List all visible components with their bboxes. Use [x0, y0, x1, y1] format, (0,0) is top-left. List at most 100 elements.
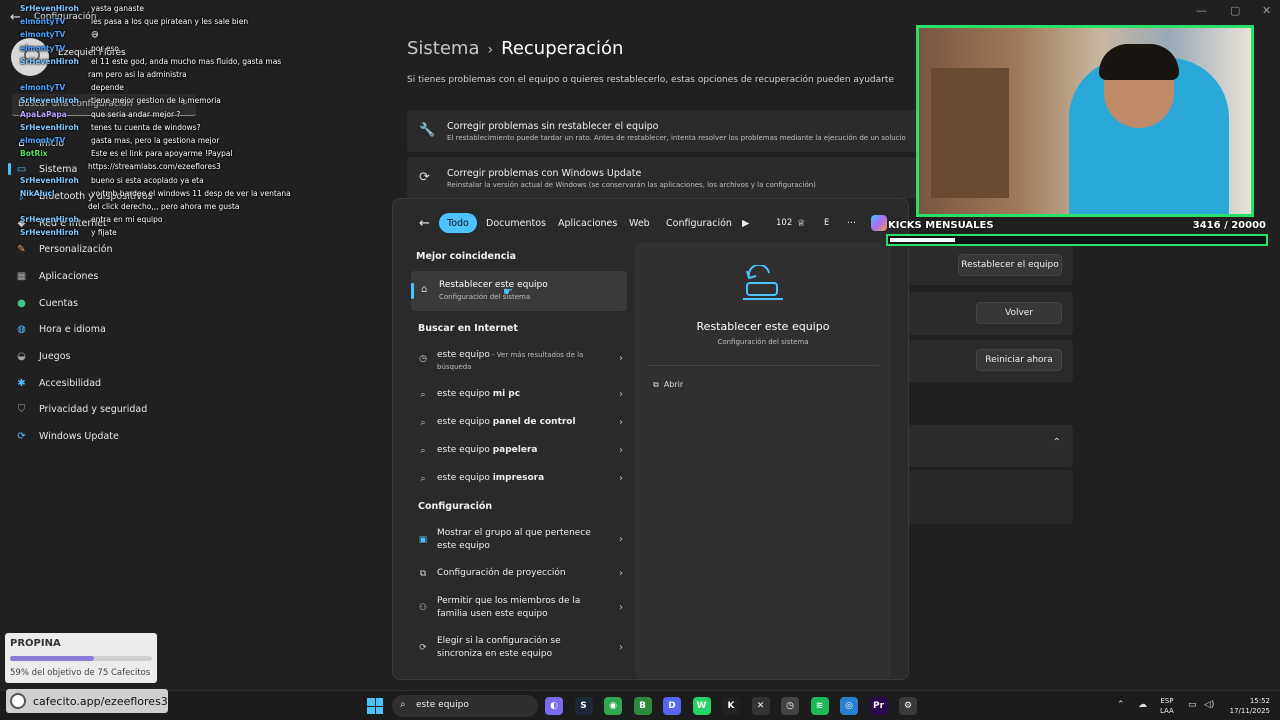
chat-username[interactable]: SrHevenHiroh: [20, 96, 88, 105]
chat-username[interactable]: SrHevenHiroh: [20, 215, 88, 224]
internet-heading: Buscar en Internet: [418, 323, 518, 334]
kick-app-icon[interactable]: K: [722, 697, 740, 715]
sync-icon: ⟳: [419, 643, 427, 653]
chat-username[interactable]: SrHevenHiroh: [20, 57, 88, 66]
chat-username[interactable]: elmontyTV: [20, 136, 88, 145]
premiere-app-icon[interactable]: Pr: [869, 697, 888, 715]
filter-documentos[interactable]: Documentos: [486, 213, 546, 233]
config-result-row[interactable]: ⚇ Permitir que los miembros de la famili…: [417, 593, 627, 623]
chat-message: elmontyTV gasta mas, pero la gestiona mej…: [20, 136, 219, 145]
chevron-up-icon[interactable]: ⌃: [1117, 700, 1125, 710]
chat-username[interactable]: SrHevenHiroh: [20, 176, 88, 185]
config-result-row[interactable]: ⧉ Configuración de proyección ›: [417, 562, 627, 586]
account-initial[interactable]: E: [824, 213, 829, 233]
clock-date: 17/11/2025: [1229, 707, 1270, 715]
close-icon[interactable]: ✕: [1262, 4, 1271, 17]
chat-username[interactable]: elmontyTV: [20, 17, 88, 26]
go-back-button[interactable]: Volver: [976, 302, 1062, 324]
chat-username[interactable]: BotRix: [20, 149, 88, 158]
maximize-icon[interactable]: ▢: [1230, 4, 1240, 17]
reset-pc-button[interactable]: Restablecer el equipo: [958, 254, 1062, 276]
sidebar-item-juegos[interactable]: ◒ Juegos: [14, 345, 70, 367]
back-arrow-icon[interactable]: ←: [419, 213, 430, 233]
trophy-icon[interactable]: ♕: [797, 213, 806, 233]
filter-configuracion[interactable]: Configuración: [666, 213, 732, 233]
chevron-up-icon[interactable]: ⌃: [1053, 437, 1061, 448]
copilot-icon[interactable]: [871, 215, 887, 231]
config-result-row[interactable]: ⟳ Elegir si la configuración se sincroni…: [417, 633, 627, 663]
sidebar-item-personalizacion[interactable]: ✎ Personalización: [14, 238, 112, 260]
more-filters-icon[interactable]: ▶: [742, 213, 749, 233]
sidebar-item-privacidad[interactable]: ⛉ Privacidad y seguridad: [14, 398, 147, 420]
spotify-app-icon[interactable]: ≋: [810, 697, 829, 715]
rewards-points[interactable]: 102: [776, 213, 792, 233]
chat-username[interactable]: NikAlucl: [20, 189, 88, 198]
card-description: El restablecimiento puede tardar un rato…: [447, 134, 906, 142]
chevron-right-icon: ›: [619, 568, 623, 579]
chat-username[interactable]: SrHevenHiroh: [20, 228, 88, 237]
chat-username[interactable]: ApaLaPapa: [20, 110, 88, 119]
chat-message: SrHevenHiroh el 11 este god, anda mucho m…: [20, 57, 281, 66]
minimize-icon[interactable]: —: [1196, 4, 1207, 17]
restart-now-button[interactable]: Reiniciar ahora: [976, 349, 1062, 371]
web-result-row[interactable]: ◷ este equipo - Ver más resultados de la…: [417, 345, 627, 375]
world-app-icon[interactable]: ◎: [840, 697, 858, 715]
whatsapp-app-icon[interactable]: W: [692, 697, 711, 715]
steam-app-icon[interactable]: S: [574, 697, 593, 715]
clock[interactable]: 15:52 17/11/2025: [1226, 696, 1270, 716]
sidebar-item-aplicaciones[interactable]: ▦ Aplicaciones: [14, 265, 99, 287]
monitor-icon: ▣: [418, 535, 428, 545]
volume-icon[interactable]: ◁): [1204, 700, 1214, 710]
chat-username[interactable]: elmontyTV: [20, 30, 88, 39]
result-query: este equipo: [437, 473, 493, 483]
web-result-row[interactable]: ⌕ este equipo papelera ›: [417, 439, 627, 463]
web-result-row[interactable]: ⌕ este equipo mi pc ›: [417, 383, 627, 407]
chrome-app-icon[interactable]: ◉: [604, 697, 622, 715]
chat-text: por eso: [91, 43, 119, 53]
network-icon[interactable]: ▭: [1188, 700, 1197, 710]
chat-message: elmontyTV les pasa a los que piratean y l…: [20, 17, 248, 26]
search-icon: ⌕: [420, 390, 426, 400]
sidebar-item-cuentas[interactable]: ● Cuentas: [14, 292, 78, 314]
clock-app-icon[interactable]: ◷: [781, 697, 799, 715]
chat-username[interactable]: SrHevenHiroh: [20, 123, 88, 132]
filter-row: ← Todo Documentos Aplicaciones Web Confi…: [393, 211, 908, 235]
result-query-bold: panel de control: [492, 417, 576, 427]
result-line2: sincroniza en este equipo: [437, 649, 553, 659]
config-result-row[interactable]: ▣ Mostrar el grupo al que pertenece este…: [417, 525, 627, 555]
copilot-app-icon[interactable]: ◐: [545, 697, 563, 715]
tools-app-icon[interactable]: ✕: [751, 697, 770, 715]
chat-username[interactable]: elmontyTV: [20, 44, 88, 53]
web-result-row[interactable]: ⌕ este equipo panel de control ›: [417, 411, 627, 435]
chat-text: ram pero asi la administra: [88, 70, 187, 79]
open-action[interactable]: ⧉ Abrir: [653, 380, 683, 390]
sidebar-item-label: Accesibilidad: [39, 377, 102, 389]
filter-todo[interactable]: Todo: [439, 213, 477, 233]
cloud-icon[interactable]: ☁: [1138, 700, 1147, 710]
filter-aplicaciones[interactable]: Aplicaciones: [558, 213, 617, 233]
web-result-row[interactable]: ⌕ este equipo impresora ›: [417, 467, 627, 491]
taskbar-search-input[interactable]: ⌕ este equipo: [392, 695, 538, 717]
filter-web[interactable]: Web: [629, 213, 650, 233]
sidebar-item-accesibilidad[interactable]: ✱ Accesibilidad: [14, 372, 101, 394]
chat-username[interactable]: SrHevenHiroh: [20, 4, 88, 13]
chat-username[interactable]: elmontyTV: [20, 83, 88, 92]
goal-progress-bar: [10, 656, 152, 661]
result-line1: Mostrar el grupo al que pertenece: [437, 528, 591, 538]
clock-time: 15:52: [1249, 697, 1270, 705]
b-app-icon[interactable]: B: [633, 697, 652, 715]
chevron-right-icon: ›: [619, 642, 623, 653]
chat-text: Este es el link para apoyarme !Paypal: [91, 149, 233, 159]
more-icon[interactable]: ···: [847, 213, 856, 233]
sync-icon: ⟳: [17, 430, 26, 442]
search-icon: ⌕: [420, 474, 426, 484]
best-match-result[interactable]: ⌂ Restablecer este equipo Configuración …: [411, 271, 627, 311]
help-card: ⌃: [907, 425, 1073, 467]
windows-start-icon[interactable]: [367, 698, 383, 714]
breadcrumb-parent[interactable]: Sistema: [407, 38, 480, 59]
gear-app-icon[interactable]: ⚙: [899, 697, 917, 715]
discord-app-icon[interactable]: D: [663, 697, 681, 715]
language-indicator[interactable]: ESP LAA: [1160, 696, 1174, 716]
sidebar-item-hora[interactable]: ◍ Hora e idioma: [14, 318, 106, 340]
sidebar-item-windows-update[interactable]: ⟳ Windows Update: [14, 425, 119, 447]
